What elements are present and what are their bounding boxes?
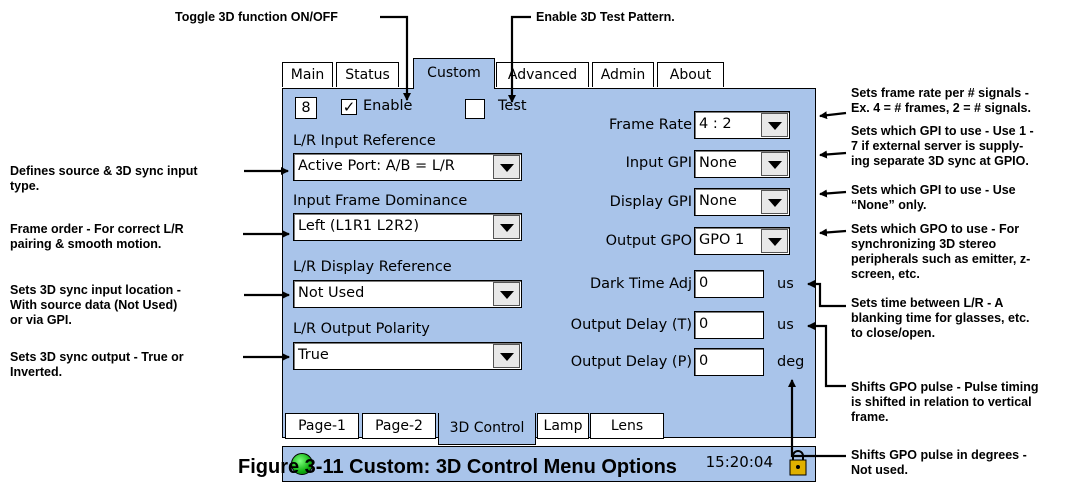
tab-about[interactable]: About <box>657 62 724 87</box>
lr-display-reference-dropdown[interactable]: Not Used <box>293 280 522 308</box>
tab-custom[interactable]: Custom <box>413 58 495 89</box>
chevron-down-icon[interactable] <box>493 215 520 239</box>
annotation-sync-output: Sets 3D sync output - True or Inverted. <box>10 350 184 379</box>
output-gpo-label: Output GPO <box>605 233 692 249</box>
frame-rate-label: Frame Rate <box>608 117 692 133</box>
input-gpi-dropdown[interactable]: None <box>694 150 790 178</box>
chevron-down-icon[interactable] <box>493 155 520 179</box>
annotation-frame-rate: Sets frame rate per # signals - Ex. 4 = #… <box>851 86 1031 115</box>
lr-input-reference-dropdown[interactable]: Active Port: A/B = L/R <box>293 153 522 181</box>
lr-display-reference-label: L/R Display Reference <box>293 259 452 275</box>
test-checkbox[interactable] <box>465 99 485 119</box>
lock-icon[interactable] <box>789 450 807 476</box>
tab-lamp[interactable]: Lamp <box>537 413 589 439</box>
output-delay-t-label: Output Delay (T) <box>570 317 692 333</box>
tab-page-2[interactable]: Page-2 <box>362 413 436 439</box>
annotation-sync-input-location: Sets 3D sync input location - With source… <box>10 283 181 327</box>
lr-output-polarity-label: L/R Output Polarity <box>293 321 430 337</box>
annotation-frame-order: Frame order - For correct L/R pairing & s… <box>10 222 184 251</box>
annotation-blanking-time: Sets time between L/R - Ablanking time f… <box>851 296 1030 340</box>
dark-time-adj-input[interactable]: 0 <box>694 270 764 298</box>
display-gpi-label: Display GPI <box>609 194 692 210</box>
annotation-which-gpi: Sets which GPI to use - Use 1 -7 if exte… <box>851 124 1034 168</box>
test-label: Test <box>498 98 527 114</box>
dark-time-adj-label: Dark Time Adj <box>589 276 692 292</box>
enable-label: Enable <box>363 98 413 114</box>
tab-lens[interactable]: Lens <box>590 413 664 439</box>
chevron-down-icon[interactable] <box>761 229 788 253</box>
lr-input-reference-label: L/R Input Reference <box>293 133 436 149</box>
tab-advanced[interactable]: Advanced <box>496 62 589 87</box>
tab-admin[interactable]: Admin <box>592 62 654 87</box>
annotation-gpo-pulse-shift: Shifts GPO pulse - Pulse timing is shifte… <box>851 380 1039 424</box>
output-gpo-dropdown[interactable]: GPO 1 <box>694 227 790 255</box>
annotation-which-gpo: Sets which GPO to use - For synchronizing… <box>851 222 1031 281</box>
chevron-down-icon[interactable] <box>493 344 520 368</box>
3d-control-panel: 8 ✓ Enable Test L/R Input Reference Acti… <box>282 88 816 438</box>
chevron-down-icon[interactable] <box>493 282 520 306</box>
tab-page-1[interactable]: Page-1 <box>285 413 359 439</box>
tab-main[interactable]: Main <box>282 62 333 87</box>
tab-3d-control[interactable]: 3D Control <box>438 413 536 445</box>
input-frame-dominance-dropdown[interactable]: Left (L1R1 L2R2) <box>293 213 522 241</box>
output-delay-t-input[interactable]: 0 <box>694 311 764 339</box>
input-frame-dominance-label: Input Frame Dominance <box>293 193 468 209</box>
output-delay-p-unit: deg <box>777 354 805 370</box>
annotation-which-gpi-none: Sets which GPI to use - Use “None” only. <box>851 183 1016 212</box>
annotation-enable-test: Enable 3D Test Pattern. <box>536 10 675 24</box>
output-delay-p-input[interactable]: 0 <box>694 348 764 376</box>
tab-status[interactable]: Status <box>336 62 399 87</box>
annotation-gpo-pulse-degrees: Shifts GPO pulse in degrees - Not used. <box>851 448 1027 477</box>
input-gpi-label: Input GPI <box>625 155 692 171</box>
dark-time-adj-unit: us <box>777 276 794 292</box>
lr-output-polarity-dropdown[interactable]: True <box>293 342 522 370</box>
output-delay-t-unit: us <box>777 317 794 333</box>
channel-number: 8 <box>295 97 317 119</box>
display-gpi-dropdown[interactable]: None <box>694 188 790 216</box>
chevron-down-icon[interactable] <box>761 152 788 176</box>
clock-time: 15:20:04 <box>705 453 773 471</box>
chevron-down-icon[interactable] <box>761 113 788 137</box>
figure-caption: Figure 3-11 Custom: 3D Control Menu Opti… <box>238 456 677 478</box>
annotation-toggle-3d: Toggle 3D function ON/OFF <box>175 10 338 24</box>
annotation-defines-source: Defines source & 3D sync input type. <box>10 164 198 193</box>
chevron-down-icon[interactable] <box>761 190 788 214</box>
frame-rate-dropdown[interactable]: 4 : 2 <box>694 111 790 139</box>
enable-checkbox[interactable]: ✓ <box>341 99 357 115</box>
output-delay-p-label: Output Delay (P) <box>570 354 692 370</box>
